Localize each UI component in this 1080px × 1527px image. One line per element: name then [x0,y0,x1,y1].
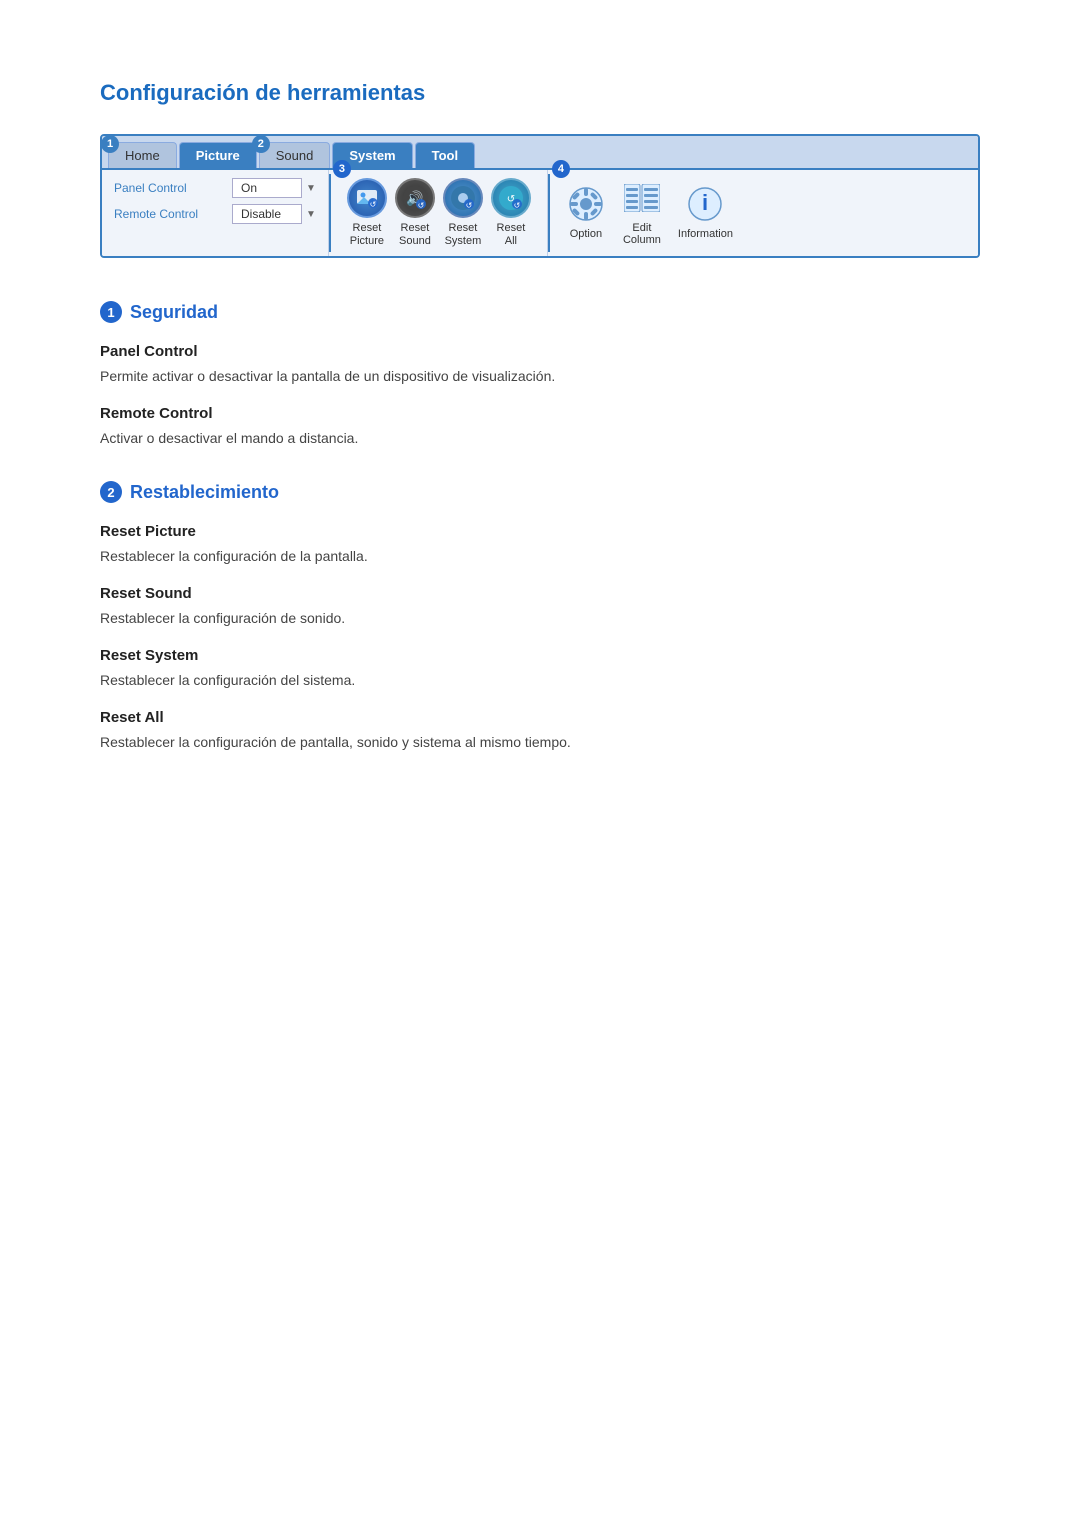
reset-picture-subsection: Reset Picture Restablecer la configuraci… [100,523,980,567]
reset-sound-subsection: Reset Sound Restablecer la configuración… [100,585,980,629]
reset-picture-subtitle: Reset Picture [100,523,980,540]
reset-all-icon: ↺ ↺ [491,178,531,218]
reset-sound-subtitle: Reset Sound [100,585,980,602]
panel-control-row: Panel Control On ▼ [114,178,316,198]
gear-svg [568,186,604,222]
remote-control-label: Remote Control [114,207,224,221]
reset-picture-desc: Restablecer la configuración de la panta… [100,546,980,567]
information-btn[interactable]: i Information [678,184,733,240]
reset-sound-label: ResetSound [399,222,431,248]
remote-control-arrow: ▼ [306,209,316,220]
reset-sound-desc: Restablecer la configuración de sonido. [100,608,980,629]
reset-sound-btn[interactable]: 🔊 ↺ ResetSound [395,178,435,248]
badge-4: 4 [552,160,570,178]
reset-picture-btn[interactable]: ↺ ResetPicture [347,178,387,248]
reset-picture-label: ResetPicture [350,222,384,248]
edit-column-icon [622,178,662,218]
option-label: Option [570,228,602,240]
svg-text:↺: ↺ [466,201,473,210]
edit-column-svg [624,184,660,212]
tab-picture[interactable]: Picture [179,142,257,168]
badge-restablecimiento: 2 [100,481,122,503]
toolbar-tabs: 1 Home Picture 2 Sound System Tool [102,136,978,168]
sound-svg: 🔊 ↺ [402,185,428,211]
section-restablecimiento: 2 Restablecimiento Reset Picture Restabl… [100,481,980,753]
remote-control-value: Disable [232,204,302,224]
page-title: Configuración de herramientas [100,80,980,106]
toolbar-resets-wrapper: 3 ↺ ResetPicture [331,170,548,256]
tab-tool[interactable]: Tool [415,142,475,168]
toolbar-options: Option [550,170,749,254]
reset-system-label: ResetSystem [445,222,482,248]
badge-1: 1 [101,135,119,153]
system-svg: ↺ [450,185,476,211]
badge-seguridad: 1 [100,301,122,323]
reset-all-btn[interactable]: ↺ ↺ ResetAll [491,178,531,248]
tab-sound[interactable]: 2 Sound [259,142,331,168]
remote-control-subsection: Remote Control Activar o desactivar el m… [100,405,980,449]
panel-control-label: Panel Control [114,181,224,195]
reset-system-btn[interactable]: ↺ ResetSystem [443,178,483,248]
option-icon [566,184,606,224]
remote-control-subtitle: Remote Control [100,405,980,422]
panel-control-desc: Permite activar o desactivar la pantalla… [100,366,980,387]
badge-3: 3 [333,160,351,178]
section-seguridad: 1 Seguridad Panel Control Permite activa… [100,301,980,449]
information-label: Information [678,228,733,240]
reset-picture-icon: ↺ [347,178,387,218]
reset-system-desc: Restablecer la configuración del sistema… [100,670,980,691]
svg-text:↺: ↺ [370,200,377,209]
svg-text:i: i [702,190,708,215]
toolbar-mockup: 1 Home Picture 2 Sound System Tool Panel… [100,134,980,258]
toolbar-resets: ↺ ResetPicture 🔊 ↺ Res [331,170,548,256]
reset-sound-icon: 🔊 ↺ [395,178,435,218]
svg-text:↺: ↺ [418,201,425,210]
reset-all-label: ResetAll [497,222,526,248]
panel-control-subtitle: Panel Control [100,343,980,360]
info-svg: i [687,186,723,222]
section-restablecimiento-title: 2 Restablecimiento [100,481,980,503]
panel-control-subsection: Panel Control Permite activar o desactiv… [100,343,980,387]
reset-all-subtitle: Reset All [100,709,980,726]
option-btn[interactable]: Option [566,184,606,240]
panel-control-value: On [232,178,302,198]
reset-system-subsection: Reset System Restablecer la configuració… [100,647,980,691]
tab-home[interactable]: 1 Home [108,142,177,168]
svg-text:↺: ↺ [514,201,521,210]
toolbar-body: Panel Control On ▼ Remote Control Disabl… [102,168,978,256]
reset-system-icon: ↺ [443,178,483,218]
badge-2: 2 [252,135,270,153]
panel-control-arrow: ▼ [306,183,316,194]
edit-column-label: EditColumn [623,222,661,246]
picture-svg: ↺ [354,185,380,211]
toolbar-security-panel: Panel Control On ▼ Remote Control Disabl… [102,170,329,256]
edit-column-btn[interactable]: EditColumn [622,178,662,246]
reset-system-subtitle: Reset System [100,647,980,664]
information-icon: i [685,184,725,224]
section-seguridad-title: 1 Seguridad [100,301,980,323]
reset-all-subsection: Reset All Restablecer la configuración d… [100,709,980,753]
all-svg: ↺ ↺ [498,185,524,211]
reset-all-desc: Restablecer la configuración de pantalla… [100,732,980,753]
remote-control-desc: Activar o desactivar el mando a distanci… [100,428,980,449]
remote-control-row: Remote Control Disable ▼ [114,204,316,224]
toolbar-options-wrapper: 4 [550,170,749,256]
